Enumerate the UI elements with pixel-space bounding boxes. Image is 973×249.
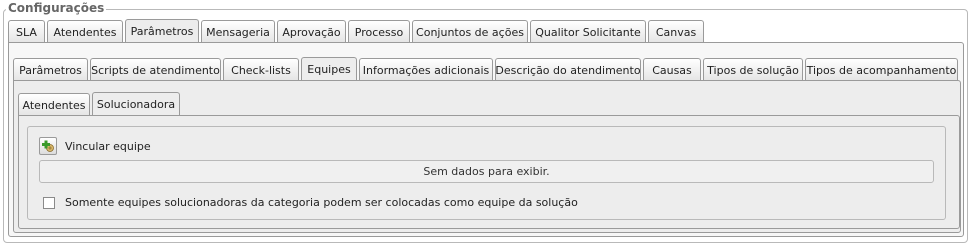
tab-mensageria[interactable]: Mensageria <box>201 20 275 43</box>
tab-label: Atendentes <box>53 25 117 39</box>
tab-aprovacao[interactable]: Aprovação <box>277 20 346 43</box>
subtab-scripts-de-atendimento[interactable]: Scripts de atendimento <box>90 58 221 81</box>
tab-label: Aprovação <box>282 25 341 39</box>
tab-label: Check-lists <box>231 63 291 77</box>
tab-parametros[interactable]: Parâmetros <box>125 19 199 43</box>
fieldset-legend: Configurações <box>6 1 107 15</box>
tab-label: Solucionadora <box>96 98 176 111</box>
vincular-equipe-button[interactable] <box>39 137 57 155</box>
tab-label: Parâmetros <box>130 25 194 38</box>
tab-label: Causas <box>652 63 692 77</box>
tab-atendentes[interactable]: Atendentes <box>47 20 123 43</box>
subtab-causas[interactable]: Causas <box>643 58 701 81</box>
subtab-descricao-do-atendimento[interactable]: Descrição do atendimento <box>495 58 641 81</box>
subtab-check-lists[interactable]: Check-lists <box>223 58 299 81</box>
tab-label: Tipos de solução <box>707 63 799 77</box>
tab-label: Informações adicionais <box>362 63 490 77</box>
tab-processo[interactable]: Processo <box>348 20 410 43</box>
add-team-icon <box>42 140 54 152</box>
empty-grid: Sem dados para exibir. <box>39 160 934 183</box>
tab-label: Scripts de atendimento <box>91 63 220 77</box>
tab-label: Descrição do atendimento <box>495 63 641 77</box>
subtab-tipos-de-solucao[interactable]: Tipos de solução <box>703 58 803 81</box>
somente-equipes-checkbox[interactable] <box>43 197 55 209</box>
tab-label: Parâmetros <box>19 63 82 77</box>
tab-label: Equipes <box>307 63 351 76</box>
equipes-tab-atendentes[interactable]: Atendentes <box>18 93 90 116</box>
subtab-parametros[interactable]: Parâmetros <box>13 58 88 81</box>
tab-label: Qualitor Solicitante <box>535 25 641 39</box>
params-tab-bar: Parâmetros Scripts de atendimento Check-… <box>13 57 960 81</box>
tab-canvas[interactable]: Canvas <box>648 20 704 43</box>
somente-equipes-label: Somente equipes solucionadoras da catego… <box>65 196 578 209</box>
subtab-tipos-de-acompanhamento[interactable]: Tipos de acompanhamento <box>805 58 958 81</box>
tab-label: SLA <box>16 25 37 39</box>
tab-label: Canvas <box>655 25 697 39</box>
subtab-equipes[interactable]: Equipes <box>301 57 357 81</box>
subtab-informacoes-adicionais[interactable]: Informações adicionais <box>359 58 493 81</box>
main-tab-bar: SLA Atendentes Parâmetros Mensageria Apr… <box>8 19 706 43</box>
tab-qualitor-solicitante[interactable]: Qualitor Solicitante <box>530 20 646 43</box>
tab-label: Tipos de acompanhamento <box>806 63 957 77</box>
tab-label: Conjuntos de ações <box>416 25 524 39</box>
tab-label: Mensageria <box>206 25 270 39</box>
vincular-equipe-link[interactable]: Vincular equipe <box>65 140 151 153</box>
equipes-tab-bar: Atendentes Solucionadora <box>18 92 182 116</box>
tab-label: Processo <box>354 25 404 39</box>
equipes-tab-solucionadora[interactable]: Solucionadora <box>92 92 180 116</box>
tab-sla[interactable]: SLA <box>8 20 45 43</box>
tab-conjuntos-de-acoes[interactable]: Conjuntos de ações <box>412 20 528 43</box>
tab-label: Atendentes <box>22 98 86 112</box>
empty-message: Sem dados para exibir. <box>423 165 550 178</box>
